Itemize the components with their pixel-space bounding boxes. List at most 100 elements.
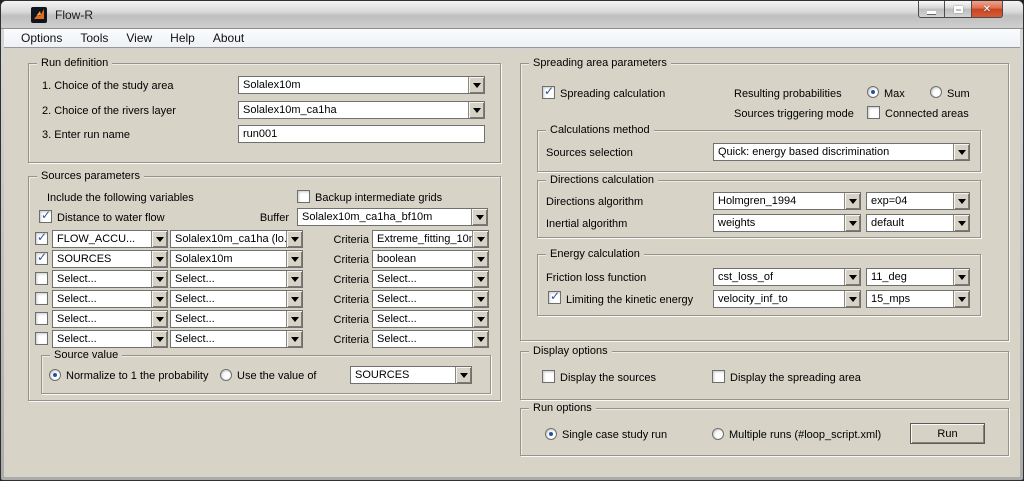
variable-checkbox[interactable] xyxy=(35,292,48,305)
criteria-dropdown[interactable]: Select... xyxy=(372,330,489,348)
dropdown-arrow-icon[interactable] xyxy=(844,269,860,285)
variable-dropdown[interactable]: Select... xyxy=(52,310,168,328)
dropdown-arrow-icon[interactable] xyxy=(151,291,167,307)
dropdown-arrow-icon[interactable] xyxy=(953,291,969,307)
limiting-energy-checkbox[interactable] xyxy=(548,291,561,304)
dropdown-arrow-icon[interactable] xyxy=(286,251,302,267)
dropdown-arrow-icon[interactable] xyxy=(472,271,488,287)
distance-water-checkbox[interactable] xyxy=(39,210,52,223)
layer-dropdown[interactable]: Select... xyxy=(170,290,303,308)
run-button[interactable]: Run xyxy=(910,423,985,444)
maximize-button[interactable] xyxy=(945,1,972,18)
menu-help[interactable]: Help xyxy=(161,30,204,47)
variable-checkbox[interactable] xyxy=(35,312,48,325)
criteria-label: Criteria xyxy=(329,293,369,307)
single-run-radio[interactable] xyxy=(545,428,557,440)
multiple-runs-radio[interactable] xyxy=(712,428,724,440)
dropdown-arrow-icon[interactable] xyxy=(468,77,484,93)
dropdown-arrow-icon[interactable] xyxy=(953,144,969,160)
rivers-layer-dropdown[interactable]: Solalex10m_ca1ha xyxy=(238,101,485,119)
distance-water-label: Distance to water flow xyxy=(57,211,165,225)
variable-checkbox[interactable] xyxy=(35,332,48,345)
menu-options[interactable]: Options xyxy=(12,30,71,47)
multiple-runs-label: Multiple runs (#loop_script.xml) xyxy=(729,428,881,442)
dropdown-arrow-icon[interactable] xyxy=(151,271,167,287)
normalize-radio[interactable] xyxy=(49,369,61,381)
dropdown-arrow-icon[interactable] xyxy=(844,215,860,231)
dropdown-arrow-icon[interactable] xyxy=(286,231,302,247)
dropdown-arrow-icon[interactable] xyxy=(844,291,860,307)
directions-calculation-box: Directions calculation Directions algori… xyxy=(537,180,981,238)
directions-algorithm-label: Directions algorithm xyxy=(546,195,643,209)
criteria-dropdown[interactable]: Extreme_fitting_10m xyxy=(372,230,489,248)
velocity-value-dropdown[interactable]: 15_mps xyxy=(866,290,970,308)
layer-dropdown[interactable]: Solalex10m_ca1ha (lo... xyxy=(170,230,303,248)
criteria-dropdown[interactable]: Select... xyxy=(372,310,489,328)
variable-checkbox[interactable] xyxy=(35,232,48,245)
variable-dropdown[interactable]: FLOW_ACCU... xyxy=(52,230,168,248)
variable-dropdown[interactable]: Select... xyxy=(52,290,168,308)
dropdown-arrow-icon[interactable] xyxy=(471,209,487,225)
display-sources-checkbox[interactable] xyxy=(542,370,555,383)
dropdown-arrow-icon[interactable] xyxy=(472,311,488,327)
variable-checkbox[interactable] xyxy=(35,272,48,285)
directions-exponent-dropdown[interactable]: exp=04 xyxy=(866,192,970,210)
dropdown-arrow-icon[interactable] xyxy=(468,102,484,118)
directions-algorithm-dropdown[interactable]: Holmgren_1994 xyxy=(713,192,861,210)
layer-dropdown[interactable]: Select... xyxy=(170,310,303,328)
dropdown-arrow-icon[interactable] xyxy=(286,311,302,327)
velocity-limit-dropdown[interactable]: velocity_inf_to xyxy=(713,290,861,308)
criteria-dropdown[interactable]: boolean xyxy=(372,250,489,268)
buffer-dropdown[interactable]: Solalex10m_ca1ha_bf10m xyxy=(297,208,488,226)
dropdown-arrow-icon[interactable] xyxy=(472,251,488,267)
dropdown-arrow-icon[interactable] xyxy=(286,291,302,307)
inertial-algorithm-dropdown[interactable]: weights xyxy=(713,214,861,232)
variable-dropdown[interactable]: Select... xyxy=(52,330,168,348)
use-value-radio[interactable] xyxy=(220,369,232,381)
minimize-button[interactable] xyxy=(918,1,945,18)
variable-dropdown[interactable]: Select... xyxy=(52,270,168,288)
sum-radio[interactable] xyxy=(930,86,942,98)
dropdown-arrow-icon[interactable] xyxy=(472,291,488,307)
dropdown-arrow-icon[interactable] xyxy=(472,231,488,247)
spreading-calc-checkbox[interactable] xyxy=(542,86,555,99)
menu-about[interactable]: About xyxy=(204,30,253,47)
spreading-calc-label: Spreading calculation xyxy=(560,87,665,101)
friction-loss-dropdown[interactable]: cst_loss_of xyxy=(713,268,861,286)
dropdown-arrow-icon[interactable] xyxy=(151,231,167,247)
close-button[interactable]: ✕ xyxy=(972,1,1003,18)
title-bar[interactable]: Flow-R ✕ xyxy=(1,1,1023,29)
menu-tools[interactable]: Tools xyxy=(71,30,117,47)
dropdown-arrow-icon[interactable] xyxy=(151,331,167,347)
dropdown-arrow-icon[interactable] xyxy=(286,271,302,287)
criteria-dropdown[interactable]: Select... xyxy=(372,290,489,308)
source-value-dropdown[interactable]: SOURCES xyxy=(350,366,472,384)
menu-view[interactable]: View xyxy=(117,30,161,47)
max-radio[interactable] xyxy=(867,86,879,98)
connected-areas-checkbox[interactable] xyxy=(867,106,880,119)
run-name-input[interactable] xyxy=(238,125,485,143)
backup-grids-checkbox[interactable] xyxy=(297,190,310,203)
dropdown-arrow-icon[interactable] xyxy=(844,193,860,209)
sources-selection-dropdown[interactable]: Quick: energy based discrimination xyxy=(713,143,970,161)
dropdown-arrow-icon[interactable] xyxy=(953,193,969,209)
dropdown-arrow-icon[interactable] xyxy=(151,311,167,327)
dropdown-arrow-icon[interactable] xyxy=(953,269,969,285)
study-area-dropdown[interactable]: Solalex10m xyxy=(238,76,485,94)
display-spreading-checkbox[interactable] xyxy=(712,370,725,383)
display-sources-label: Display the sources xyxy=(560,371,656,385)
dropdown-arrow-icon[interactable] xyxy=(472,331,488,347)
layer-dropdown[interactable]: Solalex10m xyxy=(170,250,303,268)
variable-checkbox[interactable] xyxy=(35,252,48,265)
triggering-mode-label: Sources triggering mode xyxy=(734,107,854,121)
dropdown-arrow-icon[interactable] xyxy=(455,367,471,383)
dropdown-arrow-icon[interactable] xyxy=(953,215,969,231)
criteria-dropdown[interactable]: Select... xyxy=(372,270,489,288)
inertial-option-dropdown[interactable]: default xyxy=(866,214,970,232)
friction-value-dropdown[interactable]: 11_deg xyxy=(866,268,970,286)
layer-dropdown[interactable]: Select... xyxy=(170,270,303,288)
layer-dropdown[interactable]: Select... xyxy=(170,330,303,348)
variable-dropdown[interactable]: SOURCES xyxy=(52,250,168,268)
dropdown-arrow-icon[interactable] xyxy=(286,331,302,347)
dropdown-arrow-icon[interactable] xyxy=(151,251,167,267)
